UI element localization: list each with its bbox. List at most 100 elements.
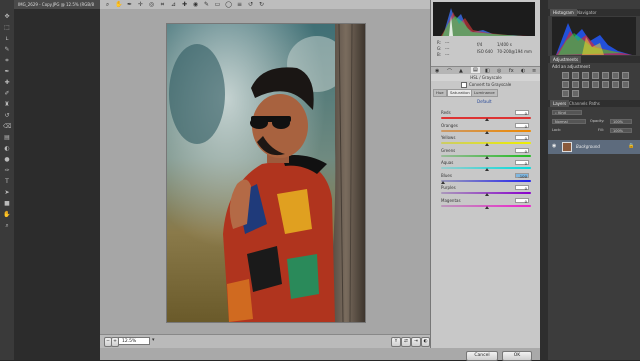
slider-thumb-yellows[interactable]	[485, 143, 489, 146]
tab-navigator[interactable]: Navigator	[574, 9, 600, 16]
photo-filter-icon[interactable]	[572, 81, 579, 88]
selective-color-icon[interactable]	[572, 90, 579, 97]
tab-paths[interactable]: Paths	[586, 100, 603, 107]
slider-thumb-aquas[interactable]	[485, 168, 489, 171]
crop-icon[interactable]: ⌗	[159, 1, 166, 8]
white-balance-icon[interactable]: ✒	[126, 1, 133, 8]
chevron-down-icon[interactable]: ▾	[152, 337, 155, 343]
rotate-left-icon[interactable]: ↺	[247, 1, 254, 8]
lasso-icon[interactable]: ʟ	[3, 36, 11, 42]
ps-toolbar: ✥ ⬚ ʟ ✎ ⌗ ✒ ✚ ✐ ♜ ↺ ⌫ ▤ ◐ ● ✑ T ➤ ■ ✋ ⌕	[0, 0, 15, 360]
tab-luminance[interactable]: Luminance	[471, 89, 498, 97]
photo-preview[interactable]	[166, 23, 366, 323]
tab-hue[interactable]: Hue	[433, 89, 447, 97]
slider-thumb-reds[interactable]	[485, 118, 489, 121]
targeted-adjust-icon[interactable]: ◎	[148, 1, 155, 8]
radial-filter-icon[interactable]: ◯	[225, 1, 232, 8]
healing-icon[interactable]: ✚	[3, 80, 11, 86]
hsl-tab-icon[interactable]: ▤	[471, 67, 480, 73]
fill-field[interactable]: 100%	[610, 128, 632, 133]
adjustments-label: Add an adjustment	[552, 64, 591, 69]
convert-grayscale-checkbox[interactable]: Convert to Grayscale	[461, 81, 541, 88]
color-sampler-icon[interactable]: ✛	[137, 1, 144, 8]
dodge-icon[interactable]: ●	[3, 157, 11, 163]
slider-value-purples[interactable]: 0	[515, 185, 529, 191]
slider-value-oranges[interactable]: 0	[515, 122, 529, 129]
gradient-icon[interactable]: ▤	[3, 135, 11, 141]
hand-icon[interactable]: ✋	[3, 212, 11, 218]
default-link[interactable]: Default	[477, 99, 492, 104]
type-icon[interactable]: T	[3, 179, 11, 185]
slider-value-greens[interactable]: 0	[515, 147, 529, 154]
path-select-icon[interactable]: ➤	[3, 190, 11, 196]
move-icon[interactable]: ✥	[3, 14, 11, 20]
bw-icon[interactable]	[562, 81, 569, 88]
quick-select-icon[interactable]: ✎	[3, 47, 11, 53]
document-tab[interactable]: IMG_2629 - Copy.JPG @ 12.5% (RGB/8	[14, 0, 100, 9]
levels-icon[interactable]	[572, 72, 579, 79]
straighten-icon[interactable]: ⊿	[170, 1, 177, 8]
brightness-icon[interactable]	[562, 72, 569, 79]
slider-track-blues[interactable]	[441, 179, 531, 182]
crop-icon[interactable]: ⌗	[3, 58, 11, 64]
posterize-icon[interactable]	[612, 81, 619, 88]
slider-thumb-magentas[interactable]	[485, 205, 489, 209]
vibrance-icon[interactable]	[602, 72, 609, 79]
exposure-icon[interactable]	[592, 72, 599, 79]
stamp-icon[interactable]: ♜	[3, 102, 11, 108]
hue-sat-icon[interactable]	[612, 72, 619, 79]
channel-mixer-icon[interactable]	[582, 81, 589, 88]
red-eye-icon[interactable]: ◉	[192, 1, 199, 8]
copy-settings-icon[interactable]: ⇥	[411, 337, 421, 347]
adjustment-brush-icon[interactable]: ✎	[203, 1, 210, 8]
lock-label: Lock:	[552, 128, 562, 132]
invert-icon[interactable]	[602, 81, 609, 88]
toggle-preview-icon[interactable]: ◐	[421, 337, 430, 347]
slider-thumb-purples[interactable]	[485, 193, 489, 196]
graduated-filter-icon[interactable]: ▭	[214, 1, 221, 8]
curves-icon[interactable]	[582, 72, 589, 79]
tab-histogram[interactable]: Histogram	[550, 9, 577, 16]
marquee-icon[interactable]: ⬚	[3, 25, 11, 31]
hand-icon[interactable]: ✋	[115, 1, 122, 8]
preferences-icon[interactable]: ≡	[236, 1, 243, 8]
blur-icon[interactable]: ◐	[3, 146, 11, 152]
slider-thumb-greens[interactable]	[485, 155, 489, 159]
zoom-icon[interactable]: ⌕	[104, 1, 111, 8]
before-after-y-icon[interactable]: Y	[391, 337, 401, 347]
slider-value-yellows[interactable]: 0	[515, 135, 529, 141]
eyedropper-icon[interactable]: ✒	[3, 69, 11, 75]
eye-icon[interactable]: ◉	[552, 143, 556, 149]
slider-value-aquas[interactable]: 0	[515, 160, 529, 166]
spot-removal-icon[interactable]: ✚	[181, 1, 188, 8]
pen-icon[interactable]: ✑	[3, 168, 11, 174]
slider-value-blues[interactable]: -100	[515, 172, 529, 179]
slider-value-magentas[interactable]: 0	[515, 197, 529, 204]
adjustments-tabbar: Adjustments	[548, 56, 640, 63]
rotate-right-icon[interactable]: ↻	[258, 1, 265, 8]
blend-mode-select[interactable]: Normal	[552, 119, 586, 124]
eraser-icon[interactable]: ⌫	[3, 124, 11, 130]
zoom-icon[interactable]: ⌕	[3, 223, 11, 229]
zoom-level-field[interactable]: 12.5%	[118, 337, 150, 345]
layer-kind-filter[interactable]: ⌕ Kind	[552, 110, 582, 115]
color-lookup-icon[interactable]	[592, 81, 599, 88]
brush-icon[interactable]: ✐	[3, 91, 11, 97]
slider-thumb-oranges[interactable]	[485, 130, 489, 134]
color-balance-icon[interactable]	[622, 72, 629, 79]
tab-saturation[interactable]: Saturation	[447, 89, 473, 97]
lock-icon: 🔒	[628, 143, 635, 149]
slider-value-reds[interactable]: 0	[515, 110, 529, 116]
opacity-field[interactable]: 100%	[610, 119, 632, 124]
checkbox-icon[interactable]	[461, 82, 467, 88]
tab-adjustments[interactable]: Adjustments	[550, 56, 582, 63]
gradient-map-icon[interactable]	[562, 90, 569, 97]
camera-raw-settings-panel: R: --- G: --- B: --- f/4 1/400 s ISO 640…	[430, 0, 541, 348]
photo-image	[167, 24, 365, 322]
swap-icon[interactable]: ⇄	[401, 337, 411, 347]
slider-thumb-blues[interactable]	[441, 180, 445, 184]
threshold-icon[interactable]	[622, 81, 629, 88]
hsl-subtabs: Hue Saturation Luminance	[433, 89, 539, 97]
shape-icon[interactable]: ■	[3, 201, 11, 207]
history-brush-icon[interactable]: ↺	[3, 113, 11, 119]
